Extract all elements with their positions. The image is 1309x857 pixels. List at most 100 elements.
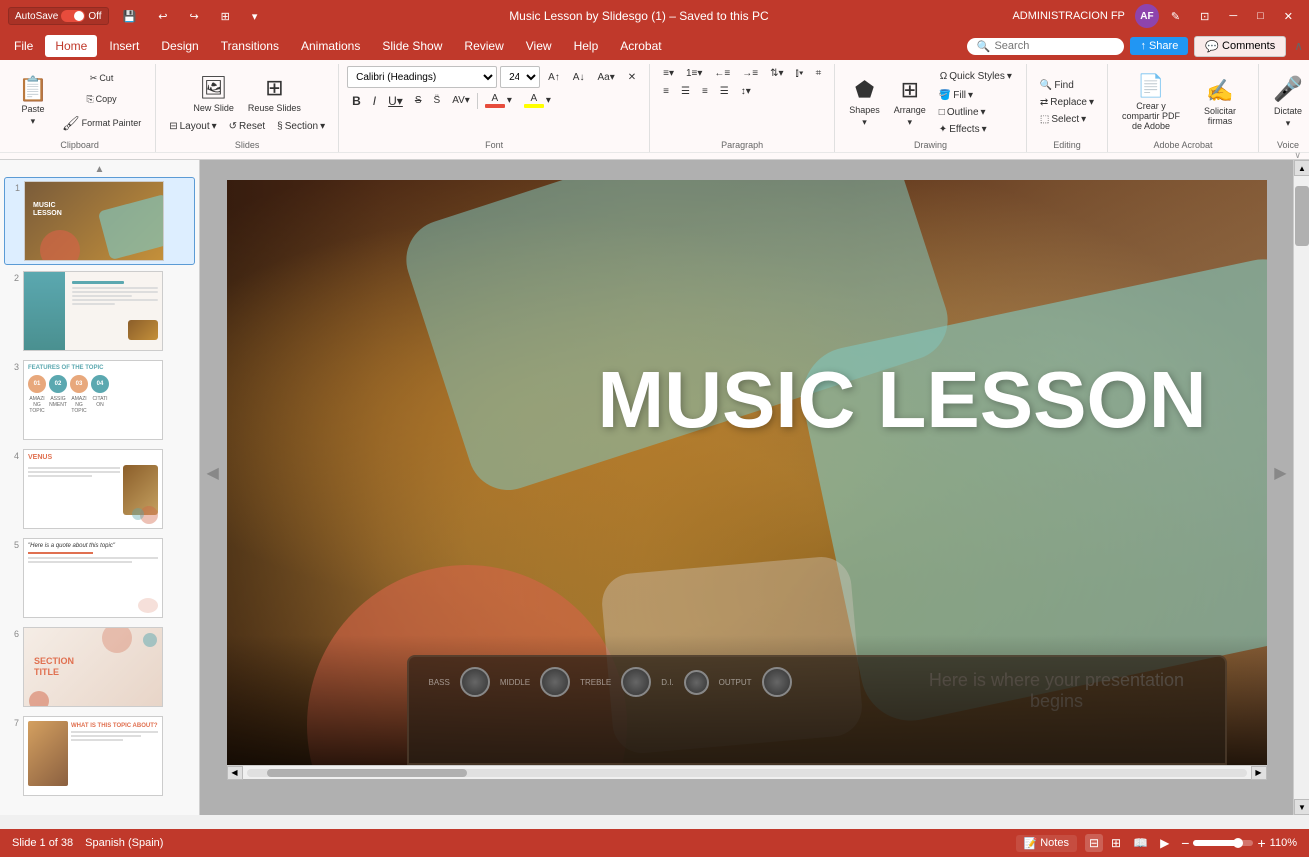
maximize-button[interactable]: □: [1249, 6, 1272, 26]
scroll-right-button[interactable]: ▶: [1251, 766, 1267, 780]
smart-art-button[interactable]: ⌗: [811, 66, 827, 81]
vertical-scrollbar-track[interactable]: [1294, 176, 1309, 799]
slide-sorter-button[interactable]: ⊞: [1107, 834, 1125, 852]
layout-button[interactable]: ⊟ Layout ▾: [164, 119, 221, 134]
columns-button[interactable]: ⫾▾: [791, 66, 809, 81]
slide-panel[interactable]: ▲ 1 MUSICLESSON 2: [0, 160, 200, 815]
justify-button[interactable]: ☰: [715, 84, 734, 99]
autosave-button[interactable]: AutoSave Off: [8, 7, 109, 25]
text-direction-button[interactable]: ⇅▾: [765, 66, 788, 81]
zoom-in-button[interactable]: +: [1257, 835, 1265, 851]
slide-thumb-6[interactable]: 6 SECTIONTITLE: [4, 624, 195, 710]
italic-button[interactable]: I: [368, 92, 381, 110]
panel-scroll-up[interactable]: ▲: [4, 164, 195, 175]
quick-styles-button[interactable]: Ω Quick Styles ▾: [934, 67, 1018, 86]
decrease-font-button[interactable]: A↓: [568, 70, 590, 85]
scroll-up-button[interactable]: ▲: [1294, 160, 1309, 176]
minimize-button[interactable]: ─: [1221, 6, 1245, 26]
shape-outline-button[interactable]: □ Outline ▾: [934, 105, 1018, 120]
menu-slideshow[interactable]: Slide Show: [372, 35, 452, 57]
menu-help[interactable]: Help: [564, 35, 609, 57]
slideshow-button[interactable]: ▶: [1156, 834, 1173, 852]
comments-button[interactable]: 💬 Comments: [1194, 36, 1286, 57]
presentation-mode-button[interactable]: ⊞: [213, 6, 238, 27]
align-center-button[interactable]: ☰: [676, 84, 695, 99]
slide-thumb-1[interactable]: 1 MUSICLESSON: [4, 177, 195, 265]
format-painter-button[interactable]: 🖌 Format Painter: [56, 111, 147, 136]
user-avatar[interactable]: AF: [1135, 4, 1159, 28]
select-button[interactable]: ⬚ Select ▾: [1035, 112, 1099, 127]
arrange-button[interactable]: ⊞ Arrange ▾: [888, 73, 932, 132]
copy-button[interactable]: ⎘ Copy: [56, 90, 147, 109]
quick-access-dropdown[interactable]: ▾: [244, 6, 266, 27]
edit-icon[interactable]: ✎: [1163, 6, 1188, 27]
undo-button[interactable]: ↩: [150, 6, 175, 27]
line-spacing-button[interactable]: ↕▾: [736, 84, 756, 99]
menu-animations[interactable]: Animations: [291, 35, 370, 57]
reading-view-button[interactable]: 📖: [1129, 834, 1152, 852]
shape-effects-button[interactable]: ✦ Effects ▾: [934, 122, 1018, 137]
search-input[interactable]: [994, 40, 1114, 52]
new-slide-button[interactable]: 🖼 New Slide: [187, 71, 240, 117]
menu-insert[interactable]: Insert: [99, 35, 149, 57]
zoom-slider[interactable]: [1193, 840, 1253, 846]
menu-review[interactable]: Review: [454, 35, 513, 57]
close-button[interactable]: ✕: [1276, 6, 1301, 27]
slide-thumb-7[interactable]: 7 WHAT IS THIS TOPIC ABOUT?: [4, 713, 195, 799]
menu-acrobat[interactable]: Acrobat: [610, 35, 671, 57]
replace-button[interactable]: ⇄ Replace ▾: [1035, 95, 1099, 110]
increase-font-button[interactable]: A↑: [543, 70, 565, 85]
slide-thumb-3[interactable]: 3 FEATURES OF THE TOPIC 01 02 03 04 AMAZ…: [4, 357, 195, 443]
reset-button[interactable]: ↺ Reset: [224, 119, 271, 134]
text-shadow-button[interactable]: S̈: [429, 93, 446, 108]
menu-file[interactable]: File: [4, 35, 43, 57]
bold-button[interactable]: B: [347, 92, 366, 110]
underline-button[interactable]: U▾: [383, 92, 408, 110]
font-name-selector[interactable]: Calibri (Headings): [347, 66, 497, 88]
font-size-selector[interactable]: 24: [500, 66, 540, 88]
clear-format-button[interactable]: ✕: [623, 70, 641, 85]
redo-button[interactable]: ↪: [181, 6, 206, 27]
menu-view[interactable]: View: [516, 35, 562, 57]
zoom-out-button[interactable]: −: [1181, 835, 1189, 851]
share-button[interactable]: ↑ Share: [1130, 37, 1188, 55]
find-button[interactable]: 🔍 Find: [1035, 78, 1099, 93]
next-slide-button[interactable]: ▶: [1274, 463, 1286, 483]
scroll-down-button[interactable]: ▼: [1294, 799, 1309, 815]
align-right-button[interactable]: ≡: [697, 84, 713, 99]
create-pdf-button[interactable]: 📄 Crear y compartir PDF de Adobe: [1116, 69, 1186, 135]
strikethrough-button[interactable]: S: [410, 93, 427, 108]
autosave-toggle[interactable]: [61, 10, 85, 22]
numbering-button[interactable]: 1≡▾: [681, 66, 707, 81]
scroll-left-button[interactable]: ◀: [227, 766, 243, 780]
bullets-button[interactable]: ≡▾: [658, 66, 679, 81]
align-left-button[interactable]: ≡: [658, 84, 674, 99]
canvas-area[interactable]: ◀: [200, 160, 1293, 815]
shape-fill-button[interactable]: 🪣 Fill ▾: [934, 88, 1018, 103]
ribbon-collapse-button[interactable]: ∧: [1292, 37, 1305, 55]
display-options-button[interactable]: ⊡: [1192, 6, 1217, 27]
request-sign-button[interactable]: ✍ Solicitar firmas: [1190, 74, 1250, 130]
cut-button[interactable]: ✂ Cut: [56, 69, 147, 88]
highlight-color-button[interactable]: A ▾: [519, 91, 556, 110]
slide-thumb-2[interactable]: 2: [4, 268, 195, 354]
menu-transitions[interactable]: Transitions: [211, 35, 289, 57]
horizontal-scrollbar-thumb[interactable]: [267, 769, 467, 777]
slide-thumb-4[interactable]: 4 VENUS: [4, 446, 195, 532]
reuse-slides-button[interactable]: ⊞ Reuse Slides: [242, 71, 307, 117]
horizontal-scrollbar-track[interactable]: [247, 769, 1247, 777]
zoom-slider-thumb[interactable]: [1233, 838, 1243, 848]
slide-thumb-5[interactable]: 5 "Here is a quote about this topic": [4, 535, 195, 621]
font-color-button[interactable]: A ▾: [480, 91, 517, 110]
decrease-indent-button[interactable]: ←≡: [709, 66, 735, 81]
prev-slide-button[interactable]: ◀: [207, 463, 219, 483]
paste-button[interactable]: 📋 Paste ▾: [12, 74, 54, 131]
menu-design[interactable]: Design: [151, 35, 208, 57]
bottom-scrollbar[interactable]: ◀ ▶: [227, 765, 1267, 779]
normal-view-button[interactable]: ⊟: [1085, 834, 1103, 852]
notes-button[interactable]: 📝 Notes: [1016, 835, 1077, 852]
dictate-button[interactable]: 🎤 Dictate ▾: [1267, 71, 1309, 133]
shapes-button[interactable]: ⬟ Shapes ▾: [843, 73, 886, 132]
section-button[interactable]: § Section ▾: [272, 119, 330, 134]
menu-home[interactable]: Home: [45, 35, 97, 57]
